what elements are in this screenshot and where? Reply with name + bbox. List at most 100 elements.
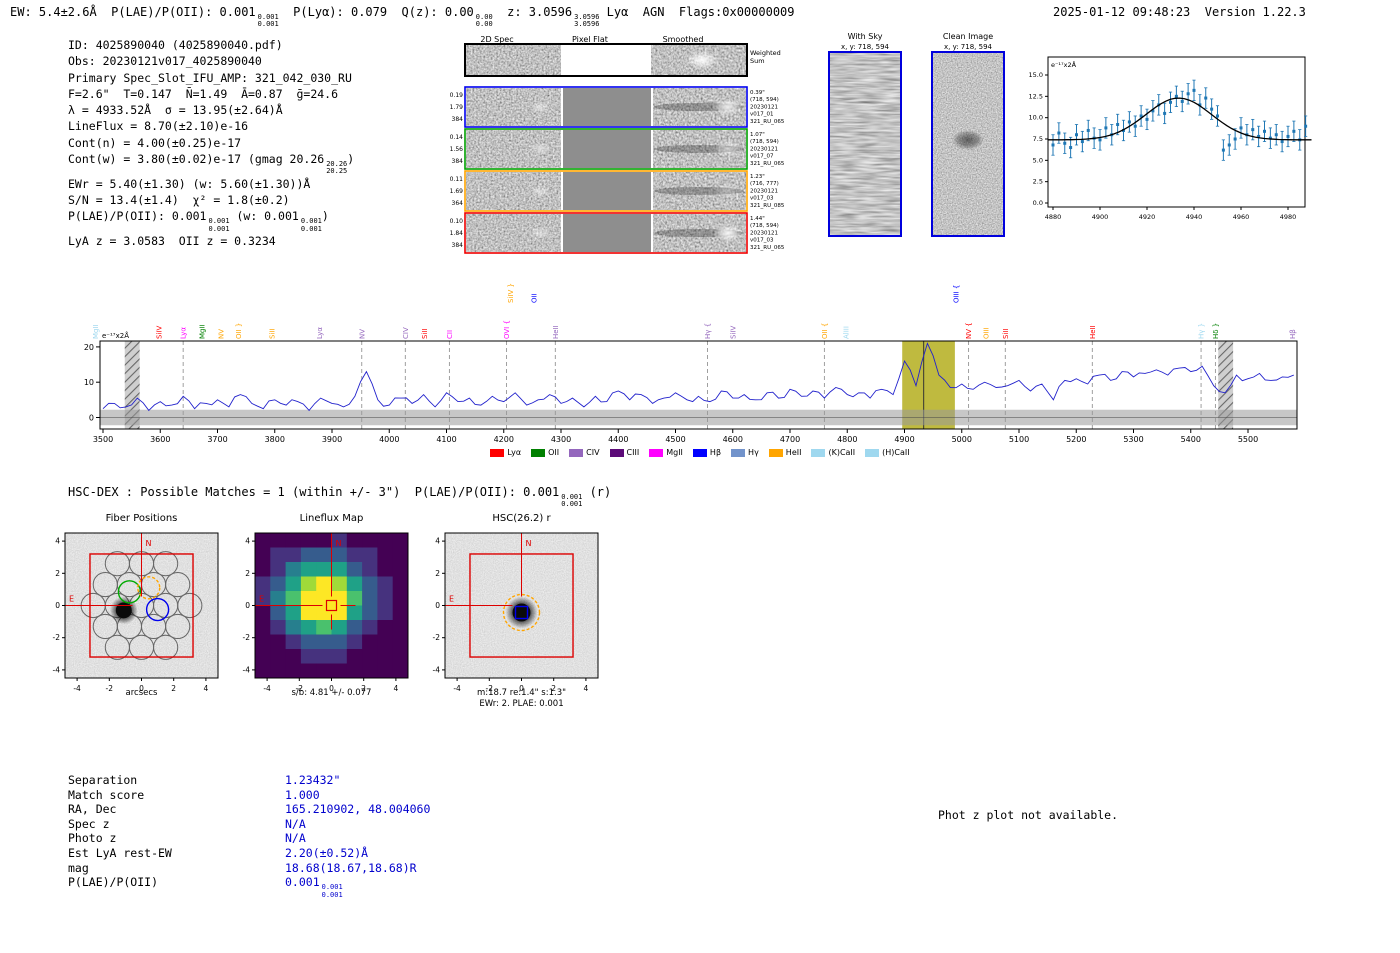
text-segment: z: 3.0596 <box>492 5 573 19</box>
svg-text:OII {: OII { <box>821 323 829 339</box>
stacked-fraction: 0.001 0.001 <box>321 883 343 899</box>
text-segment: P(Lyα): 0.079 Q(z): 0.00 <box>278 5 474 19</box>
svg-text:2: 2 <box>55 569 60 578</box>
svg-text:0.19: 0.19 <box>450 92 464 99</box>
svg-text:-4: -4 <box>243 665 251 674</box>
svg-text:arcsecs: arcsecs <box>126 688 159 698</box>
svg-text:5300: 5300 <box>1123 435 1143 444</box>
match-table-value: 18.68(18.67,18.68)R <box>285 861 417 876</box>
svg-text:10.0: 10.0 <box>1029 114 1043 122</box>
svg-text:3900: 3900 <box>322 435 342 444</box>
svg-text:1.07": 1.07" <box>750 132 765 138</box>
svg-text:4700: 4700 <box>780 435 800 444</box>
svg-text:OIII {: OIII { <box>953 285 961 303</box>
stacked-fraction: 0.001 0.001 <box>208 217 230 233</box>
svg-text:5500: 5500 <box>1238 435 1258 444</box>
text-segment: S/N = 13.4(±1.4) χ² = 1.8(±0.2) <box>68 193 290 208</box>
text-segment: HSC-DEX : Possible Matches = 1 (within +… <box>68 485 560 499</box>
svg-text:4920: 4920 <box>1139 213 1156 221</box>
text-segment: (r) <box>582 485 612 499</box>
text-segment: ID: 4025890040 (4025890040.pdf) <box>68 38 283 52</box>
match-table-row: P(LAE)/P(OII) 0.001 0.001 0.001 <box>68 875 430 899</box>
text-segment: (w: 0.001 <box>229 209 299 224</box>
svg-text:0.39": 0.39" <box>750 90 765 96</box>
svg-text:4600: 4600 <box>723 435 743 444</box>
text-segment: P(LAE)/P(OII): 0.001 <box>68 209 207 224</box>
svg-text:v017_01: v017_01 <box>750 112 774 118</box>
legend-swatch <box>768 448 783 457</box>
svg-text:-2: -2 <box>433 633 441 642</box>
info-line: ID: 4025890040 (4025890040.pdf) <box>68 37 354 53</box>
svg-text:20230121: 20230121 <box>750 230 778 236</box>
info-line: Cont(n) = 4.00(±0.25)e-17 <box>68 135 354 151</box>
text-segment: λ = 4933.52Å σ = 13.95(±2.64)Å <box>68 103 283 118</box>
svg-text:CIV: CIV <box>402 327 410 339</box>
info-line: λ = 4933.52Å σ = 13.95(±2.64)Å <box>68 102 354 118</box>
text-segment: N/A <box>285 816 306 831</box>
svg-text:-2: -2 <box>243 633 251 642</box>
match-table-row: mag 18.68(18.67,18.68)R <box>68 861 430 876</box>
text-segment: Cont(n) = 4.00(±0.25)e-17 <box>68 135 242 150</box>
header-meta: 2025-01-12 09:48:23 Version 1.22.3 <box>1053 5 1306 19</box>
info-line: EWr = 5.40(±1.30) (w: 5.60(±1.30))Å <box>68 176 354 192</box>
match-table-value: 1.000 <box>285 788 320 803</box>
svg-text:Smoothed: Smoothed <box>663 35 704 44</box>
svg-text:Pixel Flat: Pixel Flat <box>572 35 608 44</box>
svg-text:4: 4 <box>204 684 209 693</box>
svg-text:2D Spec: 2D Spec <box>480 35 513 44</box>
legend-swatch <box>865 448 880 457</box>
spec2d-row: 0.11 1.69 364 1.23"(716, 777)20230121 v017_0… <box>450 170 785 212</box>
svg-text:HSC(26.2) r: HSC(26.2) r <box>492 513 551 524</box>
legend-label: OII <box>548 448 560 457</box>
svg-text:SiII: SiII <box>1002 328 1010 339</box>
svg-text:E: E <box>259 595 264 604</box>
text-segment: Primary Spec_Slot_IFU_AMP: 321_042_030_R… <box>68 70 352 85</box>
svg-text:4900: 4900 <box>894 435 914 444</box>
svg-text:3800: 3800 <box>265 435 285 444</box>
weighted-sum-strip <box>464 43 748 77</box>
svg-text:-4: -4 <box>53 665 61 674</box>
report-datetime: 2025-01-12 09:48:23 <box>1053 5 1191 19</box>
spec2d-row: 0.14 1.56 384 1.07"(718, 594)20230121 v017_0… <box>450 128 785 170</box>
svg-text:(716, 777): (716, 777) <box>750 181 779 187</box>
svg-text:5.0: 5.0 <box>1033 156 1043 164</box>
text-segment: LineFlux = 8.70(±2.10)e-16 <box>68 119 249 134</box>
svg-text:12.5: 12.5 <box>1029 92 1043 100</box>
line-fit-chart: 0.0 2.5 5.0 7.5 10.0 12.5 15.0 4880 4900 4920 4940… <box>1029 56 1312 221</box>
svg-text:MgII: MgII <box>92 324 100 339</box>
svg-text:m:18.7 re:1.4" s:1.3": m:18.7 re:1.4" s:1.3" <box>477 688 566 698</box>
text-segment: 2.20(±0.52)Å <box>285 845 369 860</box>
full-spectrum-chart: 0 10 20 3500 3600 3700 3800 3900 4000 4100 4200 430… <box>84 283 1298 444</box>
svg-text:Lyα: Lyα <box>316 327 324 339</box>
svg-text:Hγ }: Hγ } <box>1198 323 1206 339</box>
legend-item: OII <box>531 448 559 457</box>
svg-text:(718, 594): (718, 594) <box>750 97 779 103</box>
legend-label: MgII <box>666 448 683 457</box>
svg-text:3700: 3700 <box>207 435 227 444</box>
svg-text:-4: -4 <box>263 684 271 693</box>
header-summary: EW: 5.4±2.6Å P(LAE)/P(OII): 0.001 0.001 0.… <box>10 5 795 29</box>
svg-text:NV: NV <box>358 329 366 339</box>
legend-label: Hγ <box>748 448 759 457</box>
spec2d-row: 0.19 1.79 384 0.39"(718, 594)20230121 v017_0… <box>450 86 785 128</box>
svg-text:SiIV: SiIV <box>729 326 737 339</box>
svg-text:1.79: 1.79 <box>450 104 464 111</box>
stacked-fraction: 0.001 0.001 <box>300 217 322 233</box>
match-table-value: N/A <box>285 817 306 832</box>
match-table-label: Spec z <box>68 816 110 831</box>
svg-text:N: N <box>336 539 342 548</box>
match-table-row: Photo z N/A <box>68 831 430 846</box>
svg-text:15.0: 15.0 <box>1029 71 1043 79</box>
svg-text:Hβ: Hβ <box>1289 329 1297 339</box>
match-table-value: N/A <box>285 831 306 846</box>
svg-text:10: 10 <box>84 378 94 387</box>
svg-text:4880: 4880 <box>1045 213 1062 221</box>
svg-text:(718, 594): (718, 594) <box>750 139 779 145</box>
text-segment: EWr = 5.40(±1.30) (w: 5.60(±1.30))Å <box>68 176 311 191</box>
spectrum-trace <box>102 342 1294 412</box>
svg-text:384: 384 <box>452 116 464 123</box>
svg-text:0.10: 0.10 <box>450 218 464 225</box>
svg-text:5200: 5200 <box>1066 435 1086 444</box>
svg-text:4400: 4400 <box>608 435 628 444</box>
legend-item: CIII <box>609 448 639 457</box>
